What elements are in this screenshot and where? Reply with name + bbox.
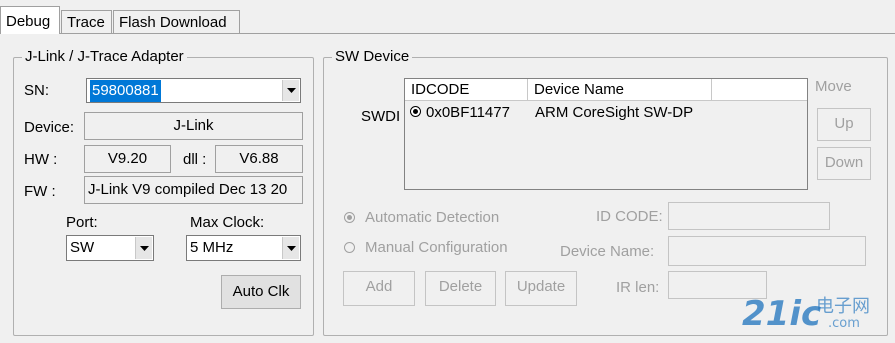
dll-value: V6.88 — [215, 145, 303, 173]
manual-configuration-radio[interactable] — [344, 242, 355, 253]
port-selected-value: SW — [70, 239, 95, 256]
id-code-input[interactable] — [668, 202, 830, 230]
tab-trace[interactable]: Trace — [61, 10, 112, 33]
chevron-down-icon[interactable] — [282, 237, 299, 259]
max-clock-selected-value: 5 MHz — [190, 239, 234, 256]
update-button[interactable]: Update — [505, 271, 577, 306]
move-label: Move — [815, 78, 852, 95]
sw-device-group-title: SW Device — [332, 48, 413, 66]
fw-label: FW : — [24, 183, 56, 200]
add-button[interactable]: Add — [343, 271, 415, 306]
down-button[interactable]: Down — [817, 147, 871, 180]
tab-debug[interactable]: Debug — [0, 6, 60, 34]
column-header-empty[interactable] — [712, 79, 807, 101]
sn-selected-value: 59800881 — [90, 80, 161, 102]
device-list[interactable]: IDCODE Device Name 0x0BF11477 ARM CoreSi… — [404, 78, 808, 190]
watermark-logo: 21ic 电子网 .com — [742, 294, 892, 340]
fw-value: J-Link V9 compiled Dec 13 20 — [84, 176, 303, 204]
port-select[interactable]: SW — [66, 235, 154, 261]
automatic-detection-label: Automatic Detection — [365, 209, 500, 226]
column-header-device-name[interactable]: Device Name — [528, 79, 712, 101]
manual-configuration-label: Manual Configuration — [365, 239, 508, 256]
device-label: Device: — [24, 119, 75, 136]
hw-value: V9.20 — [84, 145, 171, 173]
id-code-label: ID CODE: — [596, 208, 663, 225]
delete-button[interactable]: Delete — [425, 271, 496, 306]
ir-len-label: IR len: — [616, 279, 660, 296]
column-header-idcode[interactable]: IDCODE — [405, 79, 528, 101]
automatic-detection-radio[interactable] — [344, 212, 355, 223]
hw-label: HW : — [24, 151, 58, 168]
sn-select[interactable]: 59800881 — [86, 78, 301, 103]
dll-label: dll : — [183, 151, 207, 168]
device-name-label: Device Name: — [560, 243, 655, 260]
row-idcode: 0x0BF11477 — [426, 104, 510, 121]
device-name-input[interactable] — [668, 236, 866, 266]
port-label: Port: — [66, 214, 98, 231]
swdi-label: SWDI — [361, 108, 401, 125]
row-device-name: ARM CoreSight SW-DP — [535, 104, 694, 121]
max-clock-label: Max Clock: — [190, 214, 265, 231]
watermark-url-text: .com — [828, 316, 860, 331]
chevron-down-icon[interactable] — [135, 237, 152, 259]
list-item[interactable]: 0x0BF11477 ARM CoreSight SW-DP — [405, 102, 807, 124]
max-clock-select[interactable]: 5 MHz — [186, 235, 301, 261]
auto-clk-button[interactable]: Auto Clk — [221, 275, 301, 309]
up-button[interactable]: Up — [817, 108, 871, 141]
watermark-main-text: 21ic — [742, 294, 822, 334]
radio-selected-icon — [410, 106, 421, 117]
adapter-group-title: J-Link / J-Trace Adapter — [22, 48, 187, 66]
watermark-sub-text: 电子网 — [816, 296, 870, 317]
tab-flash-download[interactable]: Flash Download — [113, 10, 240, 33]
sn-label: SN: — [24, 82, 50, 99]
device-value: J-Link — [84, 112, 303, 140]
chevron-down-icon[interactable] — [282, 80, 299, 101]
